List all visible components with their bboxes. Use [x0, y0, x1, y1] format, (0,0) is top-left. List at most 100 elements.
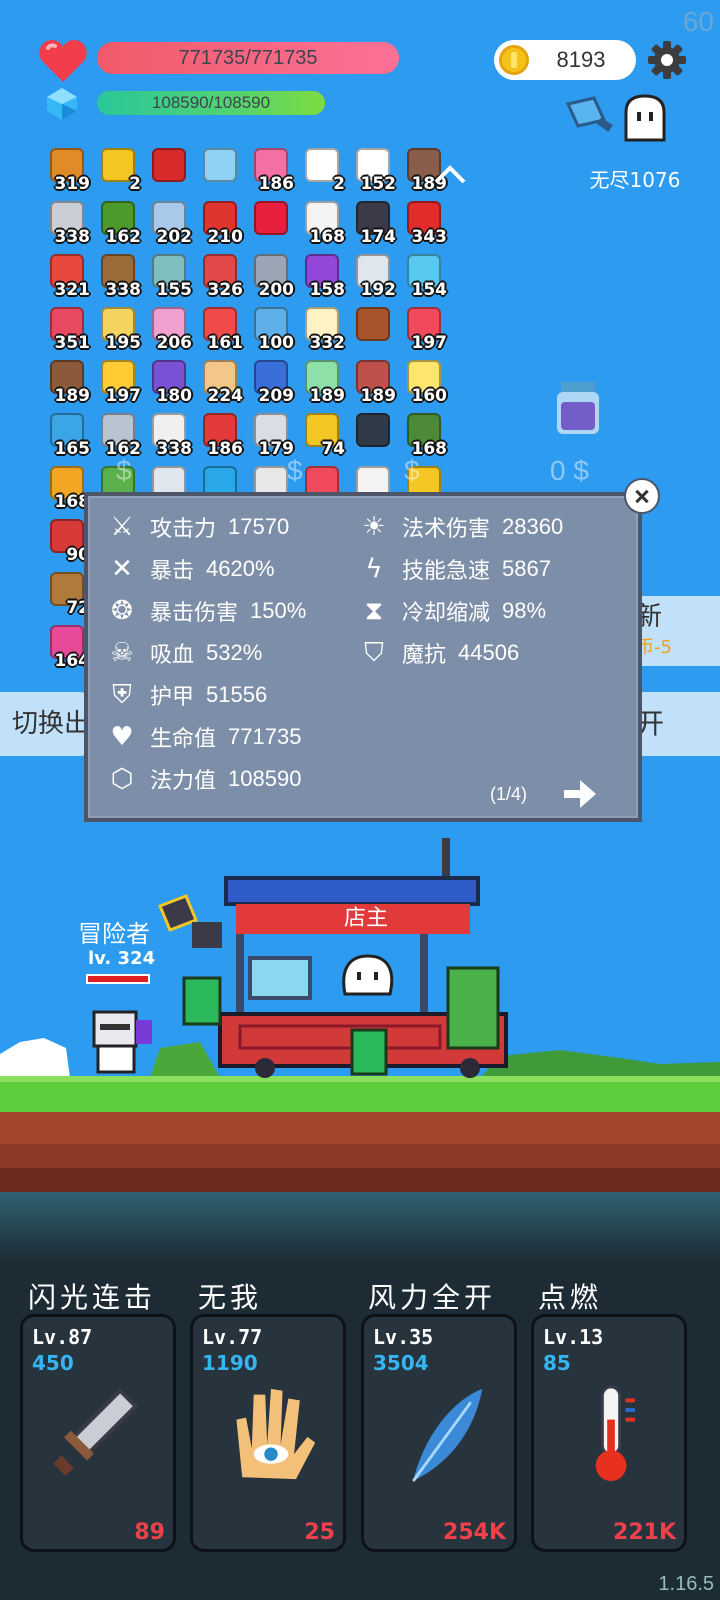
item-slot[interactable]: 197: [401, 305, 449, 353]
skill-card[interactable]: Lv.13 85 221K: [531, 1314, 687, 1552]
item-count: 321: [54, 280, 91, 300]
stat-row: ❂ 暴击伤害 150%: [106, 594, 306, 628]
item-count: 165: [54, 439, 91, 459]
coin-counter[interactable]: 8193: [494, 40, 636, 80]
skill-card[interactable]: Lv.77 1190 25: [190, 1314, 346, 1552]
item-slot[interactable]: 321: [44, 252, 92, 300]
item-slot[interactable]: 210: [197, 199, 245, 247]
item-slot[interactable]: 338: [44, 199, 92, 247]
crit-icon: ✕: [111, 554, 133, 584]
item-slot[interactable]: 161: [197, 305, 245, 353]
adventurer-hp-bar: [86, 974, 150, 984]
item-count: 192: [360, 280, 397, 300]
item-slot[interactable]: 174: [350, 199, 398, 247]
item-slot[interactable]: 168: [299, 199, 347, 247]
item-slot[interactable]: 192: [350, 252, 398, 300]
item-slot[interactable]: [350, 305, 398, 353]
item-slot[interactable]: 74: [299, 411, 347, 459]
item-slot[interactable]: 179: [248, 411, 296, 459]
close-icon[interactable]: [624, 478, 660, 514]
item-slot[interactable]: 319: [44, 146, 92, 194]
item-slot[interactable]: 158: [299, 252, 347, 300]
item-slot[interactable]: 200: [248, 252, 296, 300]
item-slot[interactable]: 186: [248, 146, 296, 194]
gear-icon[interactable]: [647, 40, 687, 80]
item-count: 210: [207, 227, 244, 247]
item-slot[interactable]: 100: [248, 305, 296, 353]
switch-button[interactable]: 切换出: [0, 692, 90, 756]
stat-value: 17570: [228, 514, 290, 539]
jar-icon[interactable]: [553, 380, 603, 436]
skill-power: 1190: [202, 1351, 258, 1375]
chevron-up-icon[interactable]: [430, 158, 470, 188]
stat-value: 771735: [228, 724, 302, 749]
open-button[interactable]: 开: [630, 692, 720, 756]
health-icon: ♥: [110, 722, 134, 752]
item-count: 180: [156, 386, 193, 406]
item-slot[interactable]: 332: [299, 305, 347, 353]
item-count: 2: [333, 174, 345, 194]
item-slot[interactable]: 195: [95, 305, 143, 353]
item-slot[interactable]: [248, 199, 296, 247]
item-slot[interactable]: 202: [146, 199, 194, 247]
item-slot[interactable]: 186: [197, 411, 245, 459]
stat-row: ⬡ 法力值 108590: [106, 762, 302, 796]
skill-card[interactable]: Lv.87 450 89: [20, 1314, 176, 1552]
item-count: 2: [129, 174, 141, 194]
item-slot[interactable]: 197: [95, 358, 143, 406]
item-slot[interactable]: 326: [197, 252, 245, 300]
magic-damage-icon: ☀: [362, 512, 386, 542]
item-slot[interactable]: 154: [401, 252, 449, 300]
item-slot[interactable]: 162: [95, 411, 143, 459]
skill-card[interactable]: Lv.35 3504 254K: [361, 1314, 517, 1552]
item-slot[interactable]: 343: [401, 199, 449, 247]
armor-icon: ⛨: [112, 679, 132, 710]
sword-icon: [53, 1388, 139, 1476]
item-slot[interactable]: 2: [299, 146, 347, 194]
cooldown-icon: ⧗: [364, 595, 384, 626]
item-slot[interactable]: 338: [146, 411, 194, 459]
item-count: 152: [360, 174, 397, 194]
item-slot[interactable]: 152: [350, 146, 398, 194]
crit-damage-icon: ❂: [111, 596, 133, 626]
item-slot[interactable]: 162: [95, 199, 143, 247]
skill-power: 3504: [373, 1351, 429, 1375]
item-slot[interactable]: [197, 146, 245, 194]
item-slot[interactable]: 338: [95, 252, 143, 300]
item-slot[interactable]: 209: [248, 358, 296, 406]
item-slot[interactable]: 189: [350, 358, 398, 406]
item-slot[interactable]: 224: [197, 358, 245, 406]
item-count: 338: [156, 439, 193, 459]
item-count: 162: [105, 227, 142, 247]
item-slot[interactable]: 160: [401, 358, 449, 406]
item-slot[interactable]: 189: [299, 358, 347, 406]
stat-row: ⧗ 冷却缩减 98%: [358, 594, 546, 628]
mp-text: 108590/108590: [151, 93, 271, 112]
item-count: 338: [105, 280, 142, 300]
item-slot[interactable]: 2: [95, 146, 143, 194]
knight-icon[interactable]: [86, 1008, 158, 1078]
item-slot[interactable]: [350, 411, 398, 459]
item-slot[interactable]: 165: [44, 411, 92, 459]
feather-icon: [412, 1388, 483, 1482]
item-slot[interactable]: 155: [146, 252, 194, 300]
endless-mode[interactable]: 无尽1076: [565, 92, 700, 202]
shop-cart[interactable]: [180, 838, 530, 1078]
item-slot[interactable]: 189: [44, 358, 92, 406]
arrow-right-icon[interactable]: [562, 778, 598, 810]
item-slot[interactable]: 168: [401, 411, 449, 459]
stat-label: 攻击力: [150, 517, 217, 542]
item-slot[interactable]: 206: [146, 305, 194, 353]
item-slot[interactable]: [146, 146, 194, 194]
stat-label: 魔抗: [402, 643, 447, 668]
skill-cost: 89: [134, 1520, 165, 1545]
item-count: 189: [54, 386, 91, 406]
hp-bar: 771735/771735: [97, 42, 399, 74]
item-slot[interactable]: 180: [146, 358, 194, 406]
stat-label: 生命值: [150, 727, 217, 752]
item-count: 186: [258, 174, 295, 194]
item-slot[interactable]: 351: [44, 305, 92, 353]
item-count: 155: [156, 280, 193, 300]
side-new-button[interactable]: 新 币-5: [630, 596, 720, 666]
cleaver-icon: [565, 96, 613, 132]
